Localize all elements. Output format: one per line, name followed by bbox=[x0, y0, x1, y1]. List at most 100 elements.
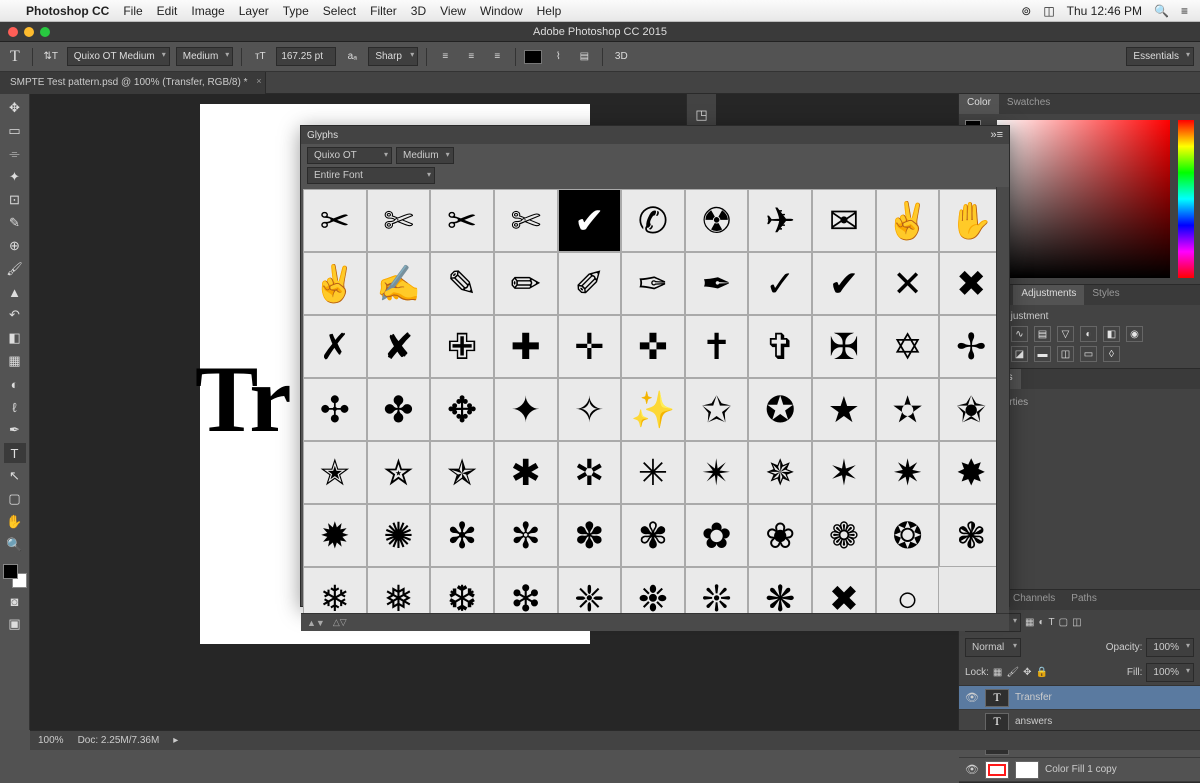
glyph-flower-spin[interactable]: ❃ bbox=[939, 504, 1003, 567]
doc-info[interactable]: Doc: 2.25M/7.36M bbox=[78, 735, 160, 746]
glyph-star-david[interactable]: ✡ bbox=[876, 315, 940, 378]
lock-all-icon[interactable]: 🔒 bbox=[1035, 667, 1047, 678]
glyph-clover-4[interactable]: ✣ bbox=[303, 378, 367, 441]
glyph-check-bold[interactable]: ✔ bbox=[812, 252, 876, 315]
glyph-plus-bold[interactable]: ✚ bbox=[494, 315, 558, 378]
glyph-phone-dial[interactable]: ✆ bbox=[621, 189, 685, 252]
glyph-snowflake[interactable]: ❄ bbox=[303, 567, 367, 613]
brush-tool[interactable]: 🖌 bbox=[4, 259, 26, 279]
menu-3d[interactable]: 3D bbox=[411, 4, 426, 18]
menu-image[interactable]: Image bbox=[191, 4, 224, 18]
char-panel-icon[interactable]: ▤ bbox=[574, 47, 594, 67]
adj-selective-icon[interactable]: ◊ bbox=[1103, 346, 1120, 362]
crop-tool[interactable]: ⊡ bbox=[4, 190, 26, 210]
menu-help[interactable]: Help bbox=[537, 4, 562, 18]
glyph-x-cross1[interactable]: ✗ bbox=[303, 315, 367, 378]
adj-gradient-icon[interactable]: ▭ bbox=[1080, 346, 1097, 362]
glyph-radiation[interactable]: ☢ bbox=[685, 189, 749, 252]
glyph-x-cross2[interactable]: ✘ bbox=[367, 315, 431, 378]
layer-thumb[interactable]: T bbox=[985, 713, 1009, 731]
glyph-flower-6b[interactable]: ✼ bbox=[494, 504, 558, 567]
pen-tool[interactable]: ✒ bbox=[4, 420, 26, 440]
adj-vibrance-icon[interactable]: ▽ bbox=[1057, 326, 1074, 342]
glyph-star-8[interactable]: ✶ bbox=[812, 441, 876, 504]
lock-paint-icon[interactable]: 🖌 bbox=[1006, 667, 1019, 678]
type-tool[interactable]: T bbox=[4, 443, 26, 463]
layer-thumb[interactable] bbox=[985, 761, 1009, 779]
glyphs-zoom-out-icon[interactable]: ▲▼ bbox=[307, 618, 325, 628]
layer-name[interactable]: Transfer bbox=[1015, 692, 1052, 703]
history-panel-icon[interactable]: ◳ bbox=[691, 104, 713, 126]
hue-slider[interactable] bbox=[1178, 120, 1194, 278]
glyph-pen-nib[interactable]: ✑ bbox=[621, 252, 685, 315]
fg-color[interactable] bbox=[3, 564, 18, 579]
tab-styles[interactable]: Styles bbox=[1084, 285, 1127, 305]
orientation-icon[interactable]: ⇅T bbox=[41, 47, 61, 67]
glyph-writing-hand[interactable]: ✍ bbox=[367, 252, 431, 315]
wand-tool[interactable]: ✦ bbox=[4, 167, 26, 187]
adj-invert-icon[interactable]: ◪ bbox=[1011, 346, 1028, 362]
tab-swatches[interactable]: Swatches bbox=[999, 94, 1058, 114]
zoom-level[interactable]: 100% bbox=[38, 735, 64, 746]
glyph-star-5-ol2[interactable]: ✭ bbox=[303, 441, 367, 504]
3d-icon[interactable]: 3D bbox=[611, 47, 631, 67]
lock-trans-icon[interactable]: ▦ bbox=[993, 667, 1002, 678]
document-tab[interactable]: SMPTE Test pattern.psd @ 100% (Transfer,… bbox=[0, 72, 266, 94]
menu-window[interactable]: Window bbox=[480, 4, 523, 18]
layer-name[interactable]: Color Fill 1 copy bbox=[1045, 764, 1117, 775]
glyphs-subset-dropdown[interactable]: Entire Font bbox=[307, 167, 435, 184]
glyph-x-thin[interactable]: ✕ bbox=[876, 252, 940, 315]
lasso-tool[interactable]: ⌯ bbox=[4, 144, 26, 164]
visibility-icon[interactable]: 👁 bbox=[965, 691, 979, 704]
glyph-asterisk-fat[interactable]: ❇ bbox=[494, 567, 558, 613]
glyph-flower-6[interactable]: ✻ bbox=[430, 504, 494, 567]
glyph-clover-dot[interactable]: ✥ bbox=[430, 378, 494, 441]
color-picker[interactable] bbox=[997, 120, 1170, 278]
font-family-dropdown[interactable]: Quixo OT Medium bbox=[67, 47, 170, 66]
glyph-plus-square[interactable]: ✜ bbox=[621, 315, 685, 378]
heal-tool[interactable]: ⊕ bbox=[4, 236, 26, 256]
filter-pixel-icon[interactable]: ▦ bbox=[1025, 617, 1034, 628]
glyphs-header[interactable]: Glyphs »≡ bbox=[301, 126, 1009, 144]
glyph-asterisk-heavy[interactable]: ❋ bbox=[748, 567, 812, 613]
glyph-asterisk-sharp[interactable]: ✵ bbox=[748, 441, 812, 504]
menu-view[interactable]: View bbox=[440, 4, 466, 18]
stamp-tool[interactable]: ▲ bbox=[4, 282, 26, 302]
glyphs-size-icon[interactable]: △▽ bbox=[333, 617, 347, 628]
glyph-hand-stop[interactable]: ✋ bbox=[939, 189, 1003, 252]
glyphs-weight-dropdown[interactable]: Medium bbox=[396, 147, 454, 164]
path-tool[interactable]: ↖ bbox=[4, 466, 26, 486]
blend-mode-dropdown[interactable]: Normal bbox=[965, 638, 1021, 657]
fg-bg-swatches[interactable] bbox=[3, 564, 27, 588]
glyph-star-circle[interactable]: ✪ bbox=[748, 378, 812, 441]
glyph-envelope[interactable]: ✉ bbox=[812, 189, 876, 252]
menu-filter[interactable]: Filter bbox=[370, 4, 397, 18]
glyph-circle-ol[interactable]: ○ bbox=[876, 567, 940, 613]
tab-color[interactable]: Color bbox=[959, 94, 999, 114]
glyph-star-8-fat[interactable]: ✸ bbox=[939, 441, 1003, 504]
opacity-field[interactable]: 100% bbox=[1146, 638, 1194, 657]
antialias-dropdown[interactable]: Sharp bbox=[368, 47, 418, 66]
marquee-tool[interactable]: ▭ bbox=[4, 121, 26, 141]
glyph-flower-dot2[interactable]: ❉ bbox=[621, 567, 685, 613]
glyph-checkbox[interactable]: ✔ bbox=[558, 189, 622, 252]
adj-poster-icon[interactable]: ▬ bbox=[1034, 346, 1051, 362]
glyph-club[interactable]: ✤ bbox=[367, 378, 431, 441]
glyph-star-5-black[interactable]: ✬ bbox=[939, 378, 1003, 441]
glyph-snowflake-c[interactable]: ❆ bbox=[430, 567, 494, 613]
glyph-sparkle-4[interactable]: ✨ bbox=[621, 378, 685, 441]
layer-row[interactable]: 👁TTransfer bbox=[959, 686, 1200, 710]
filter-smart-icon[interactable]: ◫ bbox=[1072, 617, 1081, 628]
glyph-hand-ok[interactable]: ✌ bbox=[876, 189, 940, 252]
clock[interactable]: Thu 12:46 PM bbox=[1067, 4, 1142, 18]
menu-layer[interactable]: Layer bbox=[239, 4, 269, 18]
glyph-x-bold[interactable]: ✖ bbox=[939, 252, 1003, 315]
glyph-snowflake-b[interactable]: ❅ bbox=[367, 567, 431, 613]
glyphs-flyout-icon[interactable]: »≡ bbox=[990, 129, 1003, 141]
tab-channels[interactable]: Channels bbox=[1005, 590, 1063, 610]
close-window-button[interactable] bbox=[8, 27, 18, 37]
glyph-star-5-fill[interactable]: ★ bbox=[812, 378, 876, 441]
menu-select[interactable]: Select bbox=[323, 4, 356, 18]
adj-bw-icon[interactable]: ◧ bbox=[1103, 326, 1120, 342]
warp-text-icon[interactable]: ⌇ bbox=[548, 47, 568, 67]
